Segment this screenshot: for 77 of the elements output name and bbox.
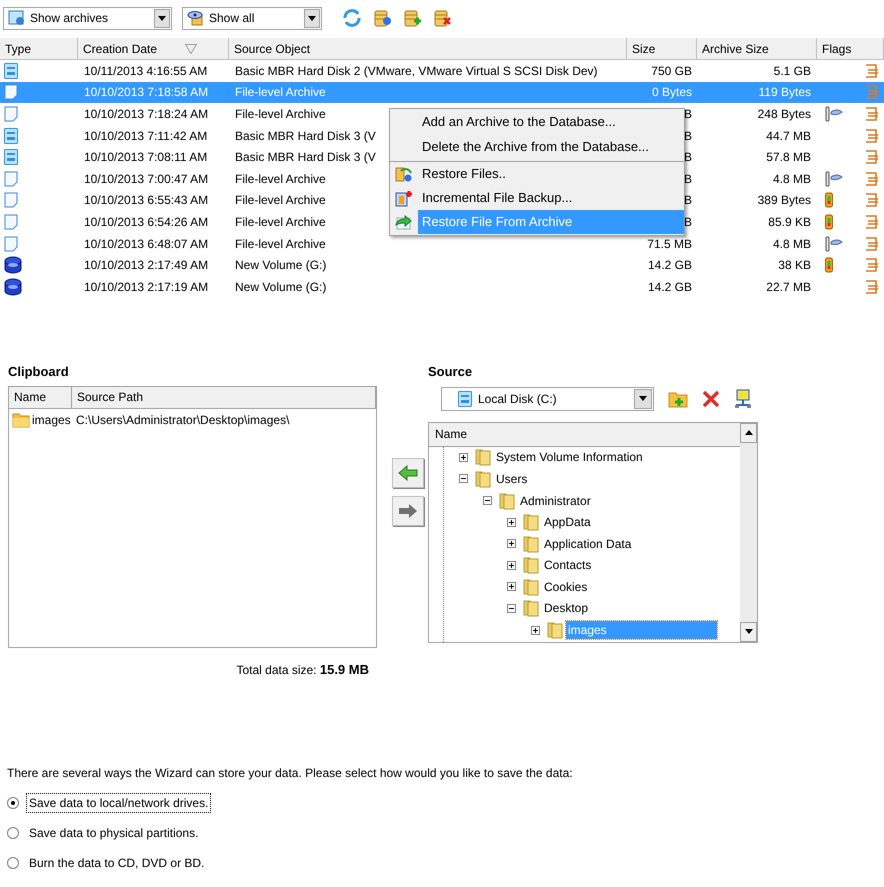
date-cell: 10/10/2013 6:48:07 AM: [84, 236, 208, 251]
column-header[interactable]: Flags: [817, 38, 884, 59]
archive-size-cell: 44.7 MB: [766, 128, 811, 143]
source-cell: Basic MBR Hard Disk 2 (VMware, VMware Virtual S SCSI Disk Dev): [235, 64, 598, 78]
tree-item[interactable]: Cookies: [542, 578, 590, 596]
menu-item[interactable]: Add an Archive to the Database...: [418, 110, 684, 134]
source-cell: File-level Archive: [235, 236, 326, 251]
column-header[interactable]: Name: [9, 386, 72, 408]
source-cell: File-level Archive: [235, 172, 326, 186]
size-cell: 750 GB: [651, 64, 692, 78]
column-header[interactable]: Creation Date: [78, 38, 229, 59]
size-cell: B: [684, 128, 692, 143]
source-cell: File-level Archive: [235, 193, 326, 208]
date-cell: 10/10/2013 6:55:43 AM: [84, 193, 208, 208]
date-cell: 10/10/2013 7:00:47 AM: [84, 172, 208, 186]
archive-size-cell: 389 Bytes: [758, 193, 811, 208]
date-cell: 10/10/2013 7:08:11 AM: [84, 150, 208, 164]
tree-item[interactable]: Application Data: [542, 534, 634, 553]
size-cell: B: [684, 172, 692, 186]
size-cell: 14.2 GB: [648, 280, 692, 294]
menu-item[interactable]: Restore Files..: [418, 162, 684, 186]
source-title: Source: [428, 362, 474, 381]
archive-size-cell: 248 Bytes: [758, 106, 811, 121]
source-cell: Basic MBR Hard Disk 3 (V: [235, 128, 376, 143]
column-header[interactable]: Type: [0, 38, 78, 59]
size-cell: B: [684, 193, 692, 208]
archive-size-cell: 119 Bytes: [758, 85, 811, 100]
column-header[interactable]: Archive Size: [697, 38, 817, 59]
size-cell: B: [684, 106, 692, 121]
column-header[interactable]: Size: [627, 38, 697, 59]
date-cell: 10/10/2013 7:11:42 AM: [84, 128, 208, 143]
radio-label[interactable]: Save data to physical partitions.: [27, 824, 200, 842]
date-cell: 10/10/2013 7:18:58 AM: [84, 85, 208, 100]
view-dropdown[interactable]: Show archives: [3, 6, 172, 30]
size-cell: 0 Bytes: [652, 85, 692, 100]
column-header[interactable]: Source Object: [229, 38, 627, 59]
filter-dropdown[interactable]: Show all: [182, 6, 322, 30]
column-header[interactable]: Name: [435, 425, 468, 444]
tree-item[interactable]: System Volume Information: [494, 448, 645, 466]
tree-item[interactable]: Users: [494, 470, 530, 488]
tree-item[interactable]: Administrator: [518, 492, 593, 510]
clipboard-title: Clipboard: [8, 362, 70, 381]
archive-size-cell: 5.1 GB: [774, 64, 811, 78]
archive-size-cell: 38 KB: [778, 258, 811, 272]
size-cell: 71.5 MB: [647, 236, 692, 251]
source-cell: New Volume (G:): [235, 280, 326, 294]
archive-size-cell: 85.9 KB: [768, 214, 811, 229]
date-cell: 10/10/2013 7:18:24 AM: [84, 106, 208, 121]
source-cell: File-level Archive: [235, 85, 326, 100]
radio-label[interactable]: Burn the data to CD, DVD or BD.: [27, 854, 206, 872]
clipboard-item-name: images: [32, 412, 72, 429]
source-cell: File-level Archive: [235, 214, 326, 229]
radio-label[interactable]: Save data to local/network drives.: [27, 794, 210, 812]
clipboard-item-path: C:\Users\Administrator\Desktop\images\: [76, 412, 290, 429]
archive-size-cell: 57.8 MB: [766, 150, 811, 164]
menu-item[interactable]: Delete the Archive from the Database...: [418, 134, 684, 159]
archive-size-cell: 4.8 MB: [772, 172, 811, 186]
date-cell: 10/10/2013 2:17:19 AM: [84, 280, 208, 294]
drive-dropdown[interactable]: Local Disk (C:): [441, 386, 654, 411]
tree-item[interactable]: AppData: [542, 513, 593, 532]
source-cell: File-level Archive: [235, 106, 326, 121]
total-size: Total data size: 15.9 MB: [236, 660, 369, 679]
date-cell: 10/11/2013 4:16:55 AM: [84, 64, 208, 78]
tree-item[interactable]: Contacts: [542, 556, 594, 574]
size-cell: B: [684, 150, 692, 164]
source-cell: New Volume (G:): [235, 258, 326, 272]
date-cell: 10/10/2013 6:54:26 AM: [84, 214, 208, 229]
tree-item[interactable]: Desktop: [542, 599, 590, 618]
size-cell: B: [684, 214, 692, 229]
source-cell: Basic MBR Hard Disk 3 (V: [235, 150, 376, 164]
size-cell: 14.2 GB: [648, 258, 692, 272]
menu-item[interactable]: Incremental File Backup...: [418, 186, 684, 210]
column-header[interactable]: Source Path: [72, 386, 376, 408]
storage-prompt: There are several ways the Wizard can store your data. Please select how would you like to save the data:: [7, 765, 574, 782]
archive-size-cell: 4.8 MB: [772, 236, 811, 251]
archive-size-cell: 22.7 MB: [766, 280, 811, 294]
date-cell: 10/10/2013 2:17:49 AM: [84, 258, 208, 272]
